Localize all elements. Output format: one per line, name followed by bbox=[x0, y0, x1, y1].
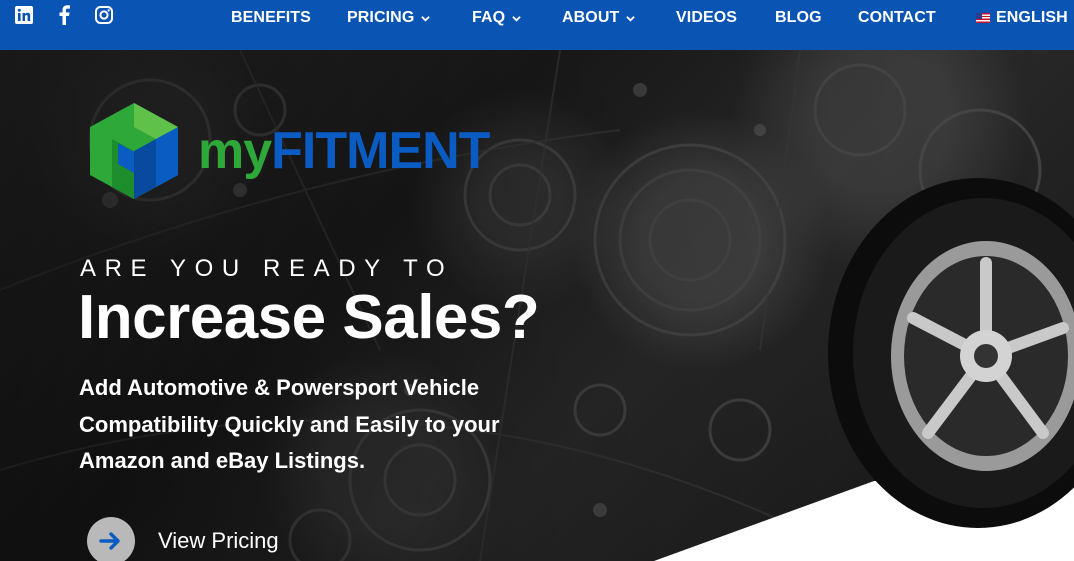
logo-my-text: my bbox=[198, 122, 272, 180]
nav-pricing[interactable]: PRICING bbox=[347, 9, 431, 27]
nav-pricing-label: PRICING bbox=[347, 9, 415, 26]
logo-fitment-text: FITMENT bbox=[271, 122, 490, 180]
logo-wordmark: myFITMENT bbox=[198, 122, 490, 180]
arrow-right-icon bbox=[99, 532, 120, 550]
nav-videos-label: VIDEOS bbox=[676, 9, 738, 26]
nav-blog[interactable]: BLOG bbox=[775, 9, 822, 27]
nav-about[interactable]: ABOUT bbox=[562, 9, 636, 27]
myfitment-logo[interactable]: myFITMENT bbox=[90, 103, 490, 199]
nav-about-label: ABOUT bbox=[562, 9, 620, 26]
nav-benefits[interactable]: BENEFITS bbox=[231, 9, 311, 27]
view-pricing-label: View Pricing bbox=[158, 528, 279, 553]
top-navigation-bar: BENEFITS PRICING FAQ ABOUT VIDEOS BLOG C… bbox=[0, 0, 1074, 50]
chevron-down-icon bbox=[421, 15, 431, 22]
chevron-down-icon bbox=[512, 15, 521, 22]
nav-contact-label: CONTACT bbox=[858, 9, 936, 26]
main-nav: BENEFITS PRICING FAQ ABOUT VIDEOS BLOG C… bbox=[0, 0, 1074, 36]
nav-language[interactable]: ENGLISH bbox=[976, 9, 1068, 27]
cube-logo-icon bbox=[90, 103, 178, 199]
nav-blog-label: BLOG bbox=[775, 9, 822, 26]
nav-faq[interactable]: FAQ bbox=[472, 9, 521, 27]
view-pricing-button[interactable]: View Pricing bbox=[87, 517, 279, 561]
nav-videos[interactable]: VIDEOS bbox=[676, 9, 737, 27]
us-flag-icon bbox=[976, 13, 990, 23]
nav-benefits-label: BENEFITS bbox=[231, 9, 311, 26]
nav-contact[interactable]: CONTACT bbox=[858, 9, 936, 27]
motorcycle-wheel-image bbox=[828, 178, 1074, 528]
chevron-down-icon bbox=[626, 15, 636, 22]
hero-headline: Increase Sales? bbox=[78, 283, 540, 352]
cta-circle bbox=[87, 517, 135, 561]
nav-faq-label: FAQ bbox=[472, 9, 506, 26]
nav-language-label: ENGLISH bbox=[996, 9, 1068, 26]
hero-eyebrow: ARE YOU READY TO bbox=[80, 255, 454, 282]
hero-subtitle: Add Automotive & Powersport Vehicle Comp… bbox=[79, 375, 500, 473]
hero-section: myFITMENT ARE YOU READY TO Increase Sale… bbox=[0, 50, 1074, 561]
